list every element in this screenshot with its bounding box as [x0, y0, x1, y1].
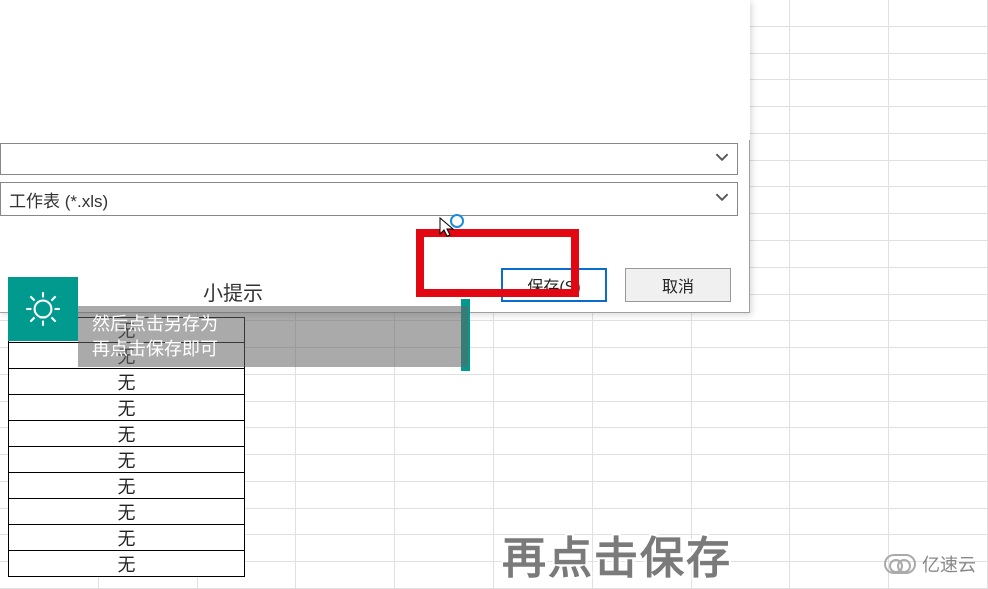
save-as-dialog: 工作表 (*.xls) 保存(S) 取消 [0, 0, 750, 313]
table-row[interactable]: 无 [8, 473, 245, 499]
mouse-cursor [438, 216, 458, 245]
save-button[interactable]: 保存(S) [501, 268, 607, 302]
table-row[interactable]: 无 [8, 551, 245, 577]
tip-line-2: 再点击保存即可 [92, 337, 454, 361]
filename-dropdown[interactable] [0, 143, 738, 175]
table-row[interactable]: 无 [8, 421, 245, 447]
dialog-button-row: 保存(S) 取消 [501, 268, 731, 302]
cancel-button[interactable]: 取消 [625, 268, 731, 302]
tip-banner: 小提示 然后点击另存为 再点击保存即可 [8, 277, 468, 367]
table-row[interactable]: 无 [8, 447, 245, 473]
file-browser-pane[interactable] [0, 0, 750, 140]
watermark: 亿速云 [884, 551, 976, 577]
tip-title: 小提示 [78, 277, 388, 306]
table-row[interactable]: 无 [8, 525, 245, 551]
table-row[interactable]: 无 [8, 499, 245, 525]
tip-body: 然后点击另存为 再点击保存即可 [78, 306, 468, 367]
filetype-value: 工作表 (*.xls) [9, 187, 108, 212]
table-row[interactable]: 无 [8, 395, 245, 421]
filetype-dropdown[interactable]: 工作表 (*.xls) [0, 182, 738, 216]
watermark-text: 亿速云 [922, 551, 976, 577]
save-button-label: 保存(S) [527, 273, 580, 297]
chevron-down-icon[interactable] [715, 189, 729, 209]
chevron-down-icon[interactable] [715, 150, 729, 169]
watermark-logo-icon [884, 554, 916, 574]
lightbulb-icon [8, 277, 78, 341]
tip-line-1: 然后点击另存为 [92, 312, 454, 336]
table-row[interactable]: 无 [8, 369, 245, 395]
video-caption: 再点击保存 [502, 522, 732, 586]
cancel-button-label: 取消 [662, 273, 694, 297]
